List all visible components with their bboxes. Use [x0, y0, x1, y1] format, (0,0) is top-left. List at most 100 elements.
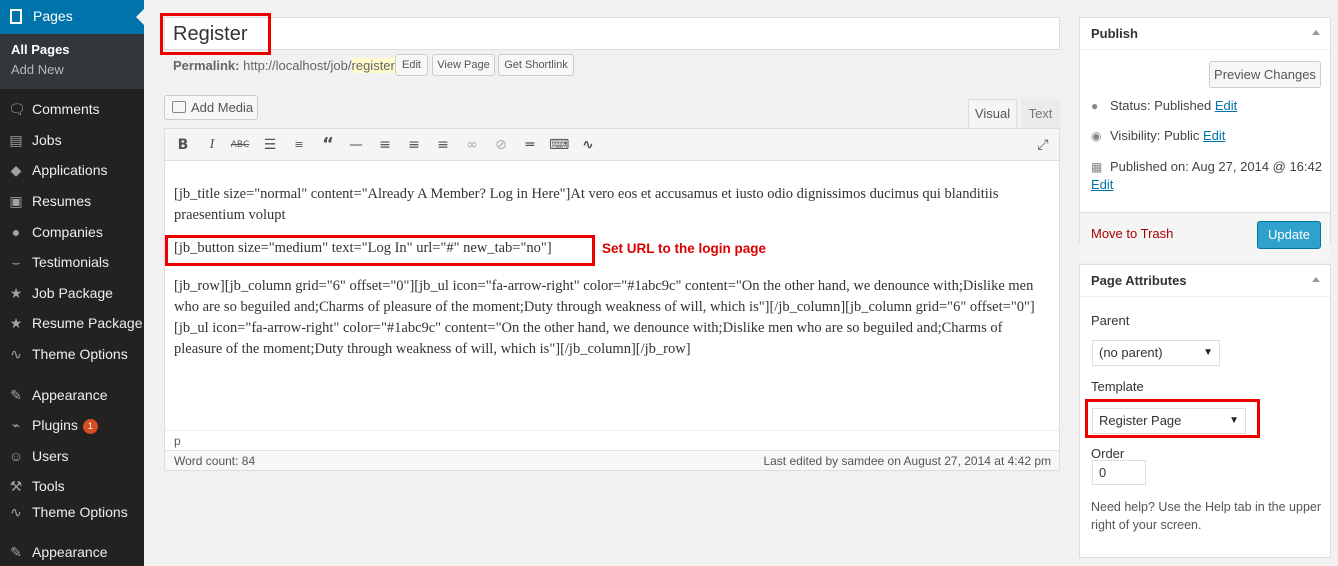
shortcode-icon[interactable]: ∿ [578, 136, 598, 154]
submenu-all-pages[interactable]: All Pages [0, 40, 144, 60]
star-icon: ★ [9, 315, 23, 331]
parent-label: Parent [1091, 313, 1130, 328]
smile-icon: ⌣ [11, 254, 21, 270]
bullet-list-icon[interactable]: ☰ [260, 136, 280, 154]
status-row: ● Status: Published Edit [1091, 98, 1237, 113]
menu-job-package[interactable]: ★ Job Package [0, 281, 144, 307]
edit-visibility-link[interactable]: Edit [1203, 128, 1225, 143]
tag-icon: ◆ [10, 162, 22, 178]
highlight-title [160, 13, 271, 55]
comment-icon: 🗨 [8, 101, 26, 117]
menu-theme-options-2[interactable]: ∿ Theme Options [0, 500, 144, 526]
menu-users[interactable]: ☺ Users [0, 444, 144, 470]
unlink-icon[interactable]: ⊘ [491, 136, 511, 154]
user-icon: ☺ [8, 448, 24, 464]
add-media-button[interactable]: Add Media [164, 95, 258, 120]
keyboard-icon[interactable]: ⌨ [549, 136, 569, 154]
preview-changes-button[interactable]: Preview Changes [1209, 61, 1321, 88]
edit-date-row: Edit [1091, 177, 1113, 192]
pin-icon: ● [1091, 99, 1099, 113]
menu-appearance[interactable]: ✎ Appearance [0, 383, 144, 409]
menu-resume-package[interactable]: ★ Resume Package [0, 311, 144, 337]
menu-appearance-2[interactable]: ✎ Appearance [0, 540, 144, 566]
title-field[interactable]: Register [164, 17, 1060, 50]
menu-label: Jobs [32, 132, 62, 148]
content-editor[interactable]: B I ABC ☰ ≡ “ — ≡ ≡ ≡ ∞ ⊘ ═ ⌨ ∿ ⤢ [jb_ti… [164, 128, 1060, 471]
update-button[interactable]: Update [1257, 221, 1321, 249]
folder-icon: ▤ [9, 132, 23, 148]
menu-label: Resumes [32, 193, 92, 209]
wave-icon: ∿ [10, 346, 22, 362]
plugins-label: Plugins [32, 417, 78, 433]
order-label: Order [1091, 446, 1125, 461]
align-center-icon[interactable]: ≡ [404, 136, 424, 154]
italic-icon[interactable]: I [202, 136, 222, 154]
align-right-icon[interactable]: ≡ [433, 136, 453, 154]
parent-select[interactable]: (no parent) ▼ [1092, 340, 1220, 366]
editor-status-bar: Word count: 84 Last edited by samdee on … [165, 450, 1059, 470]
permalink-base[interactable]: http://localhost/job/ [243, 58, 351, 73]
last-edited: Last edited by samdee on August 27, 2014… [763, 454, 1051, 468]
help-text: Need help? Use the Help tab in the upper… [1091, 500, 1322, 532]
word-count: Word count: 84 [174, 454, 256, 468]
menu-resumes[interactable]: ▣ Resumes [0, 189, 144, 215]
menu-pages[interactable]: Pages [0, 0, 144, 34]
menu-label: Job Package [32, 285, 113, 301]
fullscreen-icon[interactable]: ⤢ [1033, 136, 1053, 154]
menu-label: Appearance [32, 544, 108, 560]
status-label: Status: [1110, 98, 1151, 113]
menu-tools[interactable]: ⚒ Tools [0, 474, 144, 500]
admin-sidebar: Pages All Pages Add New 🗨 Comments ▤ Jobs … [0, 0, 144, 566]
blockquote-icon[interactable]: “ [318, 136, 338, 154]
move-to-trash-link[interactable]: Move to Trash [1091, 226, 1173, 241]
edit-status-link[interactable]: Edit [1215, 98, 1237, 113]
numbered-list-icon[interactable]: ≡ [289, 136, 309, 154]
menu-label: Theme Options [32, 504, 128, 520]
menu-comments[interactable]: 🗨 Comments [0, 97, 144, 123]
menu-label: Appearance [32, 387, 108, 403]
strikethrough-icon[interactable]: ABC [230, 136, 250, 154]
view-page-button[interactable]: View Page [432, 54, 495, 76]
menu-applications[interactable]: ◆ Applications [0, 158, 144, 184]
annotation-text: Set URL to the login page [602, 241, 767, 256]
collapse-icon[interactable] [1312, 277, 1320, 282]
menu-theme-options[interactable]: ∿ Theme Options [0, 342, 144, 368]
bold-icon[interactable]: B [173, 136, 193, 154]
order-input[interactable]: 0 [1092, 460, 1146, 485]
menu-testimonials[interactable]: ⌣ Testimonials [0, 250, 144, 276]
published-value: Aug 27, 2014 @ 16:42 [1191, 159, 1322, 174]
status-value: Published [1154, 98, 1212, 113]
publish-heading: Publish [1080, 18, 1330, 50]
horizontal-line-icon[interactable]: — [346, 136, 366, 154]
menu-jobs[interactable]: ▤ Jobs [0, 128, 144, 154]
calendar-icon: ▦ [1091, 160, 1103, 174]
submenu-add-new[interactable]: Add New [0, 60, 144, 80]
read-more-icon[interactable]: ═ [520, 136, 540, 154]
highlight-button-shortcode [165, 235, 595, 266]
plug-icon: ⌁ [11, 417, 21, 433]
menu-label: Resume Package [32, 315, 143, 331]
link-icon[interactable]: ∞ [462, 136, 482, 154]
paragraph-row-shortcode[interactable]: [jb_row][jb_column grid="6" offset="0"][… [174, 276, 1044, 360]
collapse-icon[interactable] [1312, 30, 1320, 35]
editor-body[interactable]: [jb_title size="normal" content="Already… [174, 184, 1049, 237]
menu-label: Applications [32, 162, 108, 178]
align-left-icon[interactable]: ≡ [375, 136, 395, 154]
paragraph-title-shortcode[interactable]: [jb_title size="normal" content="Already… [174, 184, 1049, 226]
get-shortlink-button[interactable]: Get Shortlink [498, 54, 574, 76]
tab-visual[interactable]: Visual [968, 99, 1017, 128]
highlight-template-select [1085, 399, 1260, 438]
menu-label: Comments [32, 101, 100, 117]
menu-label: Users [32, 448, 69, 464]
menu-companies[interactable]: ● Companies [0, 220, 144, 246]
brush-icon: ✎ [10, 387, 22, 403]
edit-permalink-button[interactable]: Edit [395, 54, 428, 76]
visibility-label: Visibility: [1110, 128, 1161, 143]
add-media-label: Add Media [191, 100, 254, 115]
permalink-row: Permalink: http://localhost/job/register… [173, 58, 399, 73]
edit-date-link[interactable]: Edit [1091, 177, 1113, 192]
update-count-badge: 1 [82, 419, 98, 434]
permalink-slug[interactable]: register [351, 58, 395, 73]
menu-plugins[interactable]: ⌁ Plugins 1 [0, 413, 144, 439]
tab-text[interactable]: Text [1021, 99, 1060, 128]
